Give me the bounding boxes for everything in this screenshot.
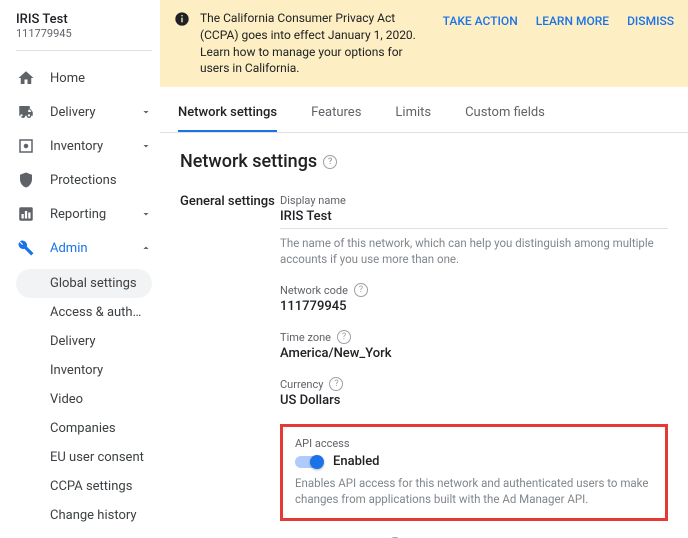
tab-network-settings[interactable]: Network settings xyxy=(178,95,277,132)
help-icon[interactable]: ? xyxy=(354,283,368,297)
display-name-desc: The name of this network, which can help… xyxy=(280,235,668,267)
display-name-label: Display name xyxy=(280,194,668,207)
subnav-change-history[interactable]: Change history xyxy=(16,501,152,530)
account-id: 111779945 xyxy=(16,27,152,40)
field-currency: Currency? US Dollars xyxy=(280,377,668,408)
chevron-down-icon xyxy=(140,106,152,118)
nav-inventory[interactable]: Inventory xyxy=(16,129,152,163)
api-access-toggle[interactable] xyxy=(295,456,323,468)
shield-icon xyxy=(16,170,36,190)
display-name-value[interactable]: IRIS Test xyxy=(280,209,668,229)
network-code-value: 111779945 xyxy=(280,299,668,314)
help-icon[interactable]: ? xyxy=(329,377,343,391)
banner-take-action[interactable]: TAKE ACTION xyxy=(443,14,518,28)
info-icon xyxy=(174,11,190,27)
api-access-value: Enabled xyxy=(333,454,380,469)
nav-admin[interactable]: Admin xyxy=(16,231,152,265)
chevron-down-icon xyxy=(140,140,152,152)
nav-home[interactable]: Home xyxy=(16,61,152,95)
wrench-icon xyxy=(16,238,36,258)
admin-subnav: Global settings Access & author... Deliv… xyxy=(16,269,152,530)
subnav-access[interactable]: Access & author... xyxy=(16,298,152,327)
chevron-down-icon xyxy=(140,208,152,220)
nav-reporting[interactable]: Reporting xyxy=(16,197,152,231)
banner-text: The California Consumer Privacy Act (CCP… xyxy=(200,10,433,77)
account-header[interactable]: IRIS Test 111779945 xyxy=(16,12,152,40)
subnav-ccpa[interactable]: CCPA settings xyxy=(16,472,152,501)
nav-label: Protections xyxy=(50,173,152,188)
subnav-delivery[interactable]: Delivery xyxy=(16,327,152,356)
help-icon[interactable]: ? xyxy=(323,155,337,169)
nav-label: Delivery xyxy=(50,105,140,120)
page-title: Network settings ? xyxy=(180,151,668,172)
divider xyxy=(16,50,152,51)
section-general-label: General settings xyxy=(180,194,280,538)
account-name: IRIS Test xyxy=(16,12,152,27)
subnav-video[interactable]: Video xyxy=(16,385,152,414)
chart-icon xyxy=(16,204,36,224)
tabs: Network settings Features Limits Custom … xyxy=(160,95,688,133)
ccpa-banner: The California Consumer Privacy Act (CCP… xyxy=(160,0,688,87)
nav-label: Reporting xyxy=(50,207,140,222)
api-access-label: API access xyxy=(295,437,653,450)
currency-label: Currency? xyxy=(280,377,668,391)
tab-limits[interactable]: Limits xyxy=(395,95,431,132)
nav-label: Home xyxy=(50,71,152,86)
field-network-code: Network code? 111779945 xyxy=(280,283,668,314)
time-zone-value: America/New_York xyxy=(280,346,668,361)
banner-learn-more[interactable]: LEARN MORE xyxy=(536,14,609,28)
field-display-name: Display name IRIS Test The name of this … xyxy=(280,194,668,267)
subnav-global-settings[interactable]: Global settings xyxy=(16,269,152,298)
network-code-label: Network code? xyxy=(280,283,668,297)
api-access-highlight-box: API access Enabled Enables API access fo… xyxy=(280,424,668,520)
currency-value: US Dollars xyxy=(280,393,668,408)
help-icon[interactable]: ? xyxy=(337,330,351,344)
truck-icon xyxy=(16,102,36,122)
nav-label: Inventory xyxy=(50,139,140,154)
nav-label: Admin xyxy=(50,241,140,256)
inventory-icon xyxy=(16,136,36,156)
nav-protections[interactable]: Protections xyxy=(16,163,152,197)
home-icon xyxy=(16,68,36,88)
nav-delivery[interactable]: Delivery xyxy=(16,95,152,129)
page-title-text: Network settings xyxy=(180,151,317,172)
tab-features[interactable]: Features xyxy=(311,95,361,132)
field-time-zone: Time zone? America/New_York xyxy=(280,330,668,361)
subnav-companies[interactable]: Companies xyxy=(16,414,152,443)
subnav-eu-consent[interactable]: EU user consent xyxy=(16,443,152,472)
banner-dismiss[interactable]: DISMISS xyxy=(627,14,674,28)
chevron-up-icon xyxy=(140,242,152,254)
subnav-inventory[interactable]: Inventory xyxy=(16,356,152,385)
time-zone-label: Time zone? xyxy=(280,330,668,344)
tab-custom-fields[interactable]: Custom fields xyxy=(465,95,545,132)
api-access-desc: Enables API access for this network and … xyxy=(295,475,653,507)
